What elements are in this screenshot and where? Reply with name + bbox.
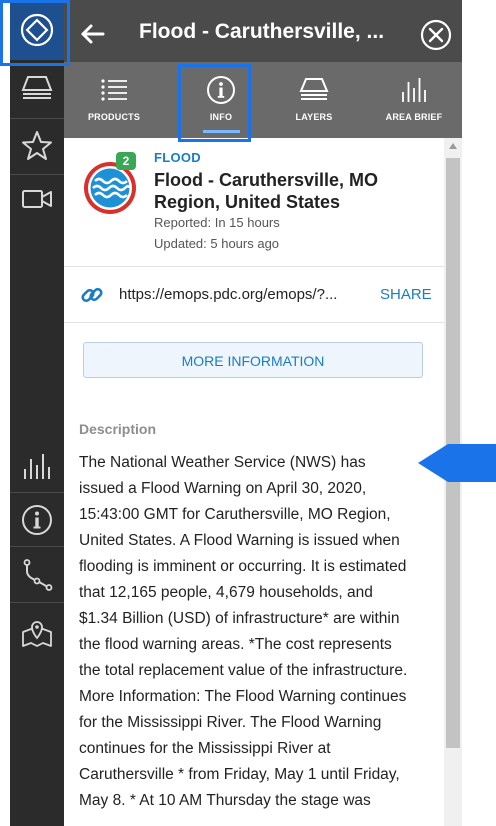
rail-layers-button[interactable] [10, 62, 64, 114]
rail-map-button[interactable] [10, 604, 64, 660]
panel-scrollbar[interactable] [444, 138, 462, 826]
description-text: The National Weather Service (NWS) has i… [79, 454, 408, 809]
star-icon [22, 131, 52, 160]
hazard-summary: 2 FLOOD Flood - Caruthersville, MO Regio… [64, 138, 444, 267]
panel-content: 2 FLOOD Flood - Caruthersville, MO Regio… [64, 138, 444, 826]
tab-label: PRODUCTS [87, 112, 141, 122]
tab-area-brief[interactable]: AREA BRIEF [376, 62, 452, 138]
hazard-detail-panel: Flood - Caruthersville, ... PRODUCTS INF… [64, 0, 462, 826]
tab-label: AREA BRIEF [385, 112, 443, 122]
tab-bar: PRODUCTS INFO LAYERS AREA BRIEF [64, 62, 462, 138]
hazard-type: FLOOD [154, 150, 201, 165]
close-icon [420, 19, 452, 51]
rail-analytics-button[interactable] [10, 440, 64, 492]
share-link-row: https://emops.pdc.org/emops/?... SHARE [64, 267, 444, 323]
left-icon-rail [10, 0, 64, 826]
rail-divider [10, 546, 64, 547]
link-icon [80, 283, 104, 307]
list-icon [101, 79, 127, 101]
layers-icon [299, 78, 329, 100]
layers-icon [21, 76, 53, 99]
tab-layers[interactable]: LAYERS [276, 62, 352, 138]
close-button[interactable] [420, 19, 452, 51]
panel-title: Flood - Caruthersville, ... [139, 20, 385, 43]
scroll-up-arrow-icon[interactable] [449, 143, 457, 149]
event-link-url[interactable]: https://emops.pdc.org/emops/?... [119, 286, 371, 303]
map-pin-icon [22, 621, 52, 647]
product-count-badge: 2 [116, 152, 136, 170]
arrow-left-icon [81, 24, 105, 44]
more-information-button[interactable]: MORE INFORMATION [83, 342, 423, 378]
back-button[interactable] [78, 19, 108, 49]
info-icon [22, 505, 52, 535]
tab-info[interactable]: INFO [182, 62, 260, 138]
pointer-arrow-icon [418, 444, 496, 482]
rail-route-button[interactable] [10, 548, 64, 602]
rail-video-button[interactable] [10, 176, 64, 222]
reported-time: Reported: In 15 hours [154, 215, 280, 230]
rail-divider [10, 118, 64, 119]
updated-time: Updated: 5 hours ago [154, 236, 280, 251]
bar-chart-icon [24, 454, 50, 479]
rail-info-button[interactable] [10, 494, 64, 546]
video-camera-icon [22, 190, 52, 208]
active-tab-indicator [203, 130, 240, 133]
tab-products[interactable]: PRODUCTS [76, 62, 152, 138]
tab-label: LAYERS [295, 112, 333, 122]
rail-divider [10, 602, 64, 603]
route-icon [23, 559, 53, 591]
description-label: Description [79, 421, 157, 437]
tab-label: INFO [209, 112, 233, 122]
hazard-name: Flood - Caruthersville, MO Region, Unite… [154, 170, 379, 212]
home-logo-icon [20, 13, 54, 47]
rail-divider [10, 174, 64, 175]
panel-header: Flood - Caruthersville, ... [64, 0, 462, 62]
bar-chart-icon [402, 78, 426, 102]
page-left-margin [0, 0, 10, 826]
rail-favorites-button[interactable] [10, 120, 64, 172]
home-logo-button[interactable] [10, 0, 64, 60]
info-icon [207, 76, 235, 104]
rail-divider [10, 492, 64, 493]
share-button[interactable]: SHARE [380, 286, 432, 303]
